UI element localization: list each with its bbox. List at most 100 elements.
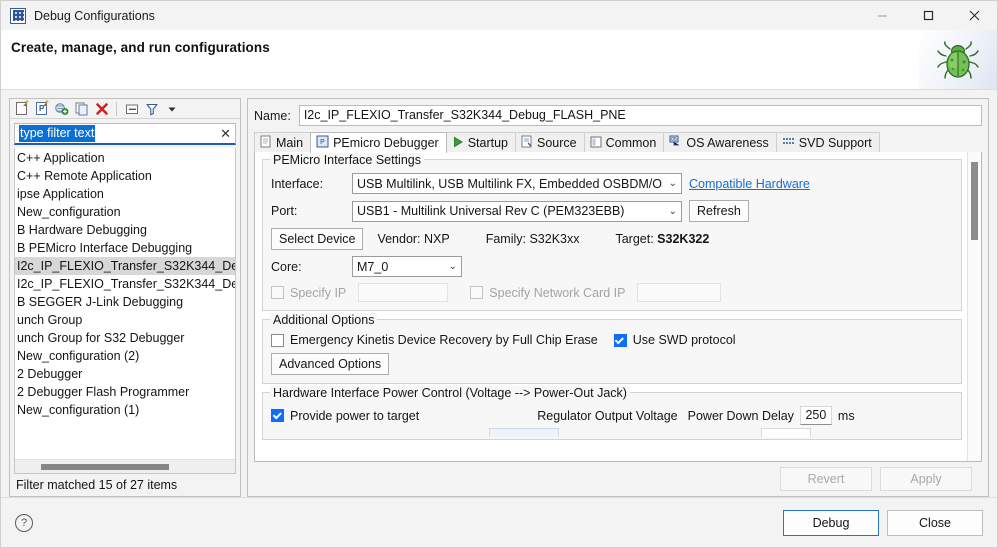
port-value: USB1 - Multilink Universal Rev C (PEM323… — [357, 204, 663, 218]
specify-network-card-ip-input[interactable] — [637, 283, 721, 302]
port-row: Port: USB1 - Multilink Universal Rev C (… — [271, 200, 953, 222]
clipped-controls-row — [271, 428, 953, 437]
regulator-voltage-select-clipped[interactable] — [489, 428, 559, 437]
duplicate-icon[interactable] — [73, 100, 90, 117]
list-item[interactable]: New_configuration (2) — [15, 347, 235, 365]
tab-pemicro-debugger[interactable]: P PEmicro Debugger — [310, 132, 447, 153]
core-row: Core: M7_0 ⌄ — [271, 256, 953, 277]
name-label: Name: — [254, 109, 291, 123]
power-control-group: Hardware Interface Power Control (Voltag… — [262, 392, 962, 440]
select-device-button[interactable]: Select Device — [271, 228, 363, 250]
port-select[interactable]: USB1 - Multilink Universal Rev C (PEM323… — [352, 201, 682, 222]
list-item-selected[interactable]: I2c_IP_FLEXIO_Transfer_S32K344_Debug_FL — [15, 257, 235, 275]
specify-network-card-ip-checkbox[interactable] — [470, 286, 483, 299]
close-icon[interactable] — [951, 1, 997, 30]
common-icon — [590, 136, 602, 151]
view-menu-icon[interactable] — [163, 100, 180, 117]
list-item[interactable]: unch Group — [15, 311, 235, 329]
run-icon — [452, 136, 464, 151]
list-item[interactable]: B PEMicro Interface Debugging — [15, 239, 235, 257]
power-down-delay-extra-clipped[interactable] — [761, 428, 811, 437]
window-title: Debug Configurations — [34, 9, 155, 23]
tab-common[interactable]: Common — [584, 132, 665, 153]
list-item[interactable]: 2 Debugger Flash Programmer — [15, 383, 235, 401]
svg-text:P: P — [320, 139, 325, 146]
list-item[interactable]: C++ Remote Application — [15, 167, 235, 185]
vertical-scrollbar[interactable] — [967, 152, 981, 461]
core-select[interactable]: M7_0 ⌄ — [352, 256, 462, 277]
list-item[interactable]: B Hardware Debugging — [15, 221, 235, 239]
apply-button[interactable]: Apply — [880, 467, 972, 491]
tabs-filler — [879, 132, 982, 153]
search-input[interactable]: type filter text ✕ — [14, 123, 236, 145]
help-icon[interactable]: ? — [15, 514, 33, 532]
maximize-icon[interactable] — [905, 1, 951, 30]
advanced-options-button[interactable]: Advanced Options — [271, 353, 389, 375]
list-item[interactable]: ipse Application — [15, 185, 235, 203]
power-down-delay-unit: ms — [838, 409, 855, 423]
vendor-value: Vendor: NXP — [377, 232, 449, 246]
compatible-hardware-link[interactable]: Compatible Hardware — [689, 177, 810, 191]
dialog-body: ✦ P ✦ — [1, 90, 997, 497]
tab-source[interactable]: Source — [515, 132, 585, 153]
tab-svd-support[interactable]: SVD Support — [776, 132, 880, 153]
list-item[interactable]: New_configuration (1) — [15, 401, 235, 419]
source-icon — [521, 135, 533, 151]
header-banner: Create, manage, and run configurations — [1, 30, 997, 90]
provide-power-to-target-checkbox[interactable] — [271, 409, 284, 422]
tab-label: Main — [276, 136, 303, 150]
list-item[interactable]: C++ Application — [15, 149, 235, 167]
close-button[interactable]: Close — [887, 510, 983, 536]
clear-icon[interactable]: ✕ — [220, 127, 231, 140]
power-down-delay-input[interactable]: 250 — [800, 406, 832, 425]
debug-configurations-icon — [10, 8, 26, 24]
pemicro-icon: P — [316, 135, 329, 151]
revert-apply-bar: Revert Apply — [254, 462, 982, 496]
revert-button[interactable]: Revert — [780, 467, 872, 491]
list-item[interactable]: New_configuration — [15, 203, 235, 221]
debug-button[interactable]: Debug — [783, 510, 879, 536]
specify-ip-checkbox[interactable] — [271, 286, 284, 299]
chevron-down-icon: ⌄ — [669, 178, 677, 189]
configuration-editor-panel: Name: I2c_IP_FLEXIO_Transfer_S32K344_Deb… — [247, 98, 989, 497]
regulator-output-voltage-label: Regulator Output Voltage — [537, 409, 677, 423]
tab-startup[interactable]: Startup — [446, 132, 516, 153]
group-legend: PEMicro Interface Settings — [270, 153, 424, 167]
configurations-tree-panel: ✦ P ✦ — [9, 98, 241, 497]
tab-main[interactable]: Main — [254, 132, 311, 153]
delete-icon[interactable] — [93, 100, 110, 117]
use-swd-protocol-checkbox[interactable] — [614, 334, 627, 347]
specify-ip-label: Specify IP — [290, 286, 346, 300]
group-legend: Additional Options — [270, 313, 377, 327]
core-label: Core: — [271, 260, 345, 274]
power-down-delay-label: Power Down Delay — [688, 409, 794, 423]
scrollbar-thumb[interactable] — [971, 162, 978, 240]
interface-select[interactable]: USB Multilink, USB Multilink FX, Embedde… — [352, 173, 682, 194]
new-prototype-icon[interactable]: P ✦ — [33, 100, 50, 117]
refresh-button[interactable]: Refresh — [689, 200, 749, 222]
new-configuration-icon[interactable]: ✦ — [13, 100, 30, 117]
scrollbar-thumb[interactable] — [41, 464, 169, 470]
interface-row: Interface: USB Multilink, USB Multilink … — [271, 173, 953, 194]
configurations-list[interactable]: C++ Application C++ Remote Application i… — [14, 148, 236, 474]
toolbar-separator — [116, 102, 117, 116]
svd-icon — [782, 136, 795, 151]
emergency-kinetis-recovery-checkbox[interactable] — [271, 334, 284, 347]
tree-toolbar: ✦ P ✦ — [10, 99, 240, 119]
list-item[interactable]: I2c_IP_FLEXIO_Transfer_S32K344_Debug_RA — [15, 275, 235, 293]
configuration-name-input[interactable]: I2c_IP_FLEXIO_Transfer_S32K344_Debug_FLA… — [299, 105, 982, 126]
list-item[interactable]: 2 Debugger — [15, 365, 235, 383]
filter-icon[interactable] — [143, 100, 160, 117]
window-controls — [859, 1, 997, 30]
collapse-all-icon[interactable] — [123, 100, 140, 117]
tab-content-pemicro: PEMicro Interface Settings Interface: US… — [254, 152, 982, 462]
document-icon — [260, 135, 272, 151]
list-item[interactable]: unch Group for S32 Debugger — [15, 329, 235, 347]
list-item[interactable]: B SEGGER J-Link Debugging — [15, 293, 235, 311]
horizontal-scrollbar[interactable] — [15, 459, 235, 473]
export-icon[interactable] — [53, 100, 70, 117]
os-awareness-icon: 05 — [669, 135, 682, 151]
minimize-icon[interactable] — [859, 1, 905, 30]
specify-ip-input[interactable] — [358, 283, 448, 302]
tab-os-awareness[interactable]: 05 OS Awareness — [663, 132, 776, 153]
